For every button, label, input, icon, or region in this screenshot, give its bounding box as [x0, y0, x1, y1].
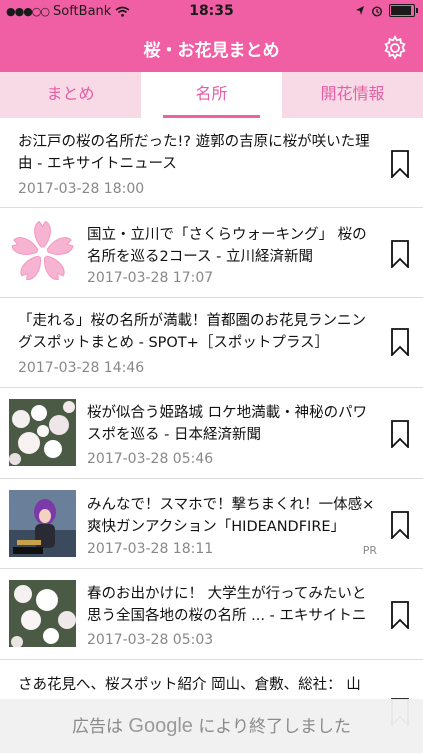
- list-item[interactable]: お江戸の桜の名所だった!? 遊郭の吉原に桜が咲いた理 由 - エキサイトニュース…: [0, 118, 423, 208]
- gear-icon[interactable]: [381, 34, 409, 62]
- list-item[interactable]: 国立・立川で「さくらウォーキング」 桜の 名所を巡る2コース - 立川経済新聞 …: [0, 208, 423, 298]
- article-title: さあ花見へ、桜スポット紹介 岡山、倉敷、総社： 山: [18, 677, 361, 693]
- article-title: 桜が似合う姫路城 ロケ地満載・神秘のパワ スポを巡る - 日本経済新聞: [87, 405, 368, 443]
- article-title: 国立・立川で「さくらウォーキング」 桜の 名所を巡る2コース - 立川経済新聞: [87, 227, 367, 265]
- ad-text-prefix: 広告は: [72, 717, 123, 737]
- list-item[interactable]: 「走れる」桜の名所が満載！首都圏のお花見ランニン グスポットまとめ - SPOT…: [0, 298, 423, 388]
- article-title: 春のお出かけに！ 大学生が行ってみたいと 思う全国各地の桜の名所 ... - エ…: [87, 586, 367, 624]
- thumbnail-photo: [9, 580, 76, 647]
- bookmark-icon[interactable]: [391, 240, 409, 268]
- list-item-ad[interactable]: みんなで！スマホで！撃ちまくれ！一体感× 爽快ガンアクション「HIDEANDFI…: [0, 479, 423, 569]
- article-date: 2017-03-28 18:11: [87, 541, 214, 557]
- article-date: 2017-03-28 05:03: [87, 632, 214, 648]
- sakura-flower-icon: [9, 219, 76, 286]
- page-title: 桜・お花見まとめ: [143, 41, 280, 61]
- ad-text-suffix: により終了しました: [198, 717, 351, 737]
- article-title: お江戸の桜の名所だった!? 遊郭の吉原に桜が咲いた理 由 - エキサイトニュース: [18, 134, 370, 172]
- article-date: 2017-03-28 05:46: [87, 451, 214, 467]
- tab-matome[interactable]: まとめ: [0, 72, 141, 118]
- status-bar: ●●●○○ SoftBank 18:35: [0, 0, 423, 24]
- list-item[interactable]: 春のお出かけに！ 大学生が行ってみたいと 思う全国各地の桜の名所 ... - エ…: [0, 569, 423, 660]
- bookmark-icon[interactable]: [391, 511, 409, 539]
- pr-badge: PR: [362, 544, 377, 557]
- tab-meisho[interactable]: 名所: [141, 72, 282, 118]
- google-logo: Google: [128, 715, 193, 737]
- article-title: みんなで！スマホで！撃ちまくれ！一体感× 爽快ガンアクション「HIDEANDFI…: [87, 497, 375, 535]
- list-item[interactable]: 桜が似合う姫路城 ロケ地満載・神秘のパワ スポを巡る - 日本経済新聞 2017…: [0, 388, 423, 479]
- tab-label: まとめ: [46, 84, 95, 103]
- location-icon: [356, 6, 364, 15]
- article-title: 「走れる」桜の名所が満載！首都圏のお花見ランニン グスポットまとめ - SPOT…: [18, 313, 366, 351]
- article-date: 2017-03-28 14:46: [18, 360, 145, 376]
- bookmark-icon[interactable]: [391, 601, 409, 629]
- article-date: 2017-03-28 17:07: [87, 270, 214, 286]
- bookmark-icon[interactable]: [391, 420, 409, 448]
- thumbnail-game: [9, 490, 76, 557]
- alarm-icon: [371, 5, 383, 17]
- tab-label: 名所: [195, 84, 228, 103]
- bookmark-icon[interactable]: [391, 150, 409, 178]
- bookmark-icon[interactable]: [391, 328, 409, 356]
- battery-icon: [389, 4, 418, 17]
- tab-bar: まとめ 名所 開花情報: [0, 72, 423, 118]
- article-date: 2017-03-28 18:00: [18, 181, 145, 197]
- article-list: お江戸の桜の名所だった!? 遊郭の吉原に桜が咲いた理 由 - エキサイトニュース…: [0, 118, 423, 726]
- tab-label: 開花情報: [320, 84, 385, 103]
- ad-closed-banner: 広告は Google により終了しました: [0, 699, 423, 753]
- thumbnail-photo: [9, 399, 76, 466]
- nav-bar: 桜・お花見まとめ: [0, 24, 423, 72]
- tab-kaika-info[interactable]: 開花情報: [282, 72, 423, 118]
